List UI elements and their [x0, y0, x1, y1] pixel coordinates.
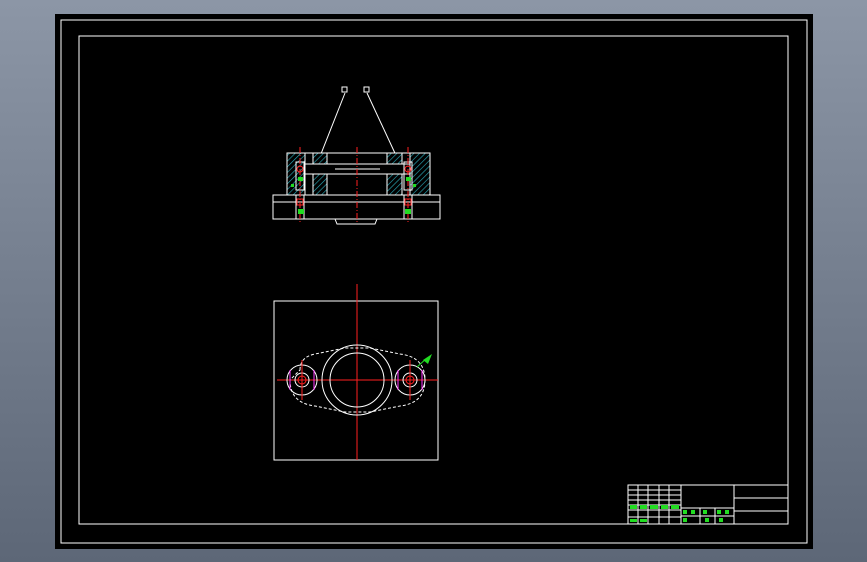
inner-frame: [78, 35, 789, 525]
right-wall-section: [409, 152, 431, 196]
cad-viewport[interactable]: [55, 14, 813, 549]
front-section-view: [272, 86, 441, 225]
outer-frame: [60, 19, 808, 544]
top-view: [273, 284, 439, 461]
section-label-marker-left: [341, 86, 348, 93]
cad-drawing: [60, 19, 808, 544]
section-label-marker-right: [363, 86, 370, 93]
title-block: [627, 484, 789, 525]
